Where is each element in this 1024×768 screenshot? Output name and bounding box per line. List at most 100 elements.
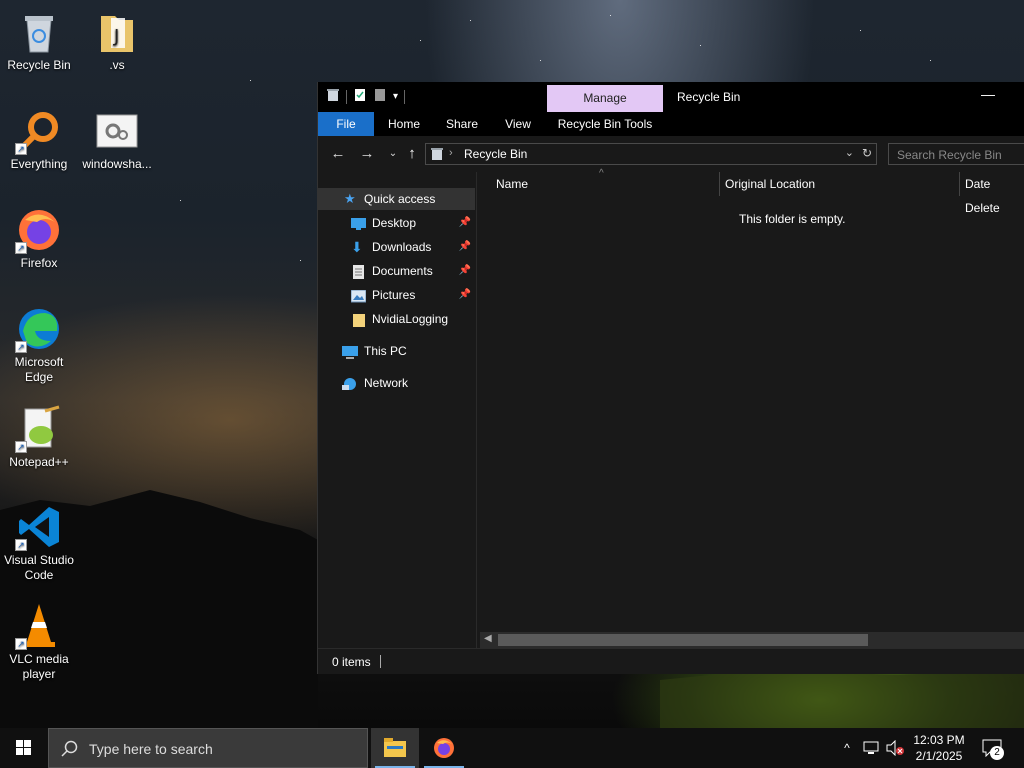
- column-divider[interactable]: [959, 172, 960, 196]
- scroll-left-arrow-icon[interactable]: ◀: [484, 633, 492, 644]
- desktop-icon-vscode[interactable]: ↗ Visual Studio Code: [1, 503, 77, 583]
- recycle-bin-small-icon: [430, 147, 444, 164]
- status-bar: 0 items: [318, 648, 1024, 674]
- document-icon: [353, 264, 368, 279]
- breadcrumb[interactable]: Recycle Bin: [464, 147, 527, 161]
- desktop-icon-label: Microsoft Edge: [14, 355, 64, 384]
- file-list-pane: ^ Name Original Location Date Delete Thi…: [476, 168, 1024, 648]
- recent-locations-chevron-icon[interactable]: ⌄: [384, 145, 402, 163]
- desktop-icon-label: Everything: [10, 157, 68, 171]
- tab-file[interactable]: File: [318, 112, 374, 136]
- horizontal-scrollbar[interactable]: ◀: [480, 632, 1024, 648]
- desktop-icon-label: .vs: [109, 58, 125, 72]
- sort-caret-icon: ^: [599, 168, 604, 179]
- separator: [346, 89, 347, 104]
- refresh-icon[interactable]: ↻: [862, 146, 872, 160]
- nav-quick-access[interactable]: ★ Quick access: [318, 188, 475, 210]
- column-header-name[interactable]: Name: [496, 172, 528, 196]
- vscode-icon: ↗: [15, 503, 63, 551]
- status-separator: [380, 655, 381, 668]
- separator: [404, 89, 406, 104]
- column-header-original-location[interactable]: Original Location: [725, 172, 815, 196]
- desktop-icon-vlc[interactable]: ↗ VLC media player: [1, 602, 77, 682]
- nav-item-downloads[interactable]: ⬇ Downloads 📌: [318, 236, 475, 258]
- nav-item-pictures[interactable]: Pictures 📌: [318, 284, 475, 306]
- everything-search-icon: ↗: [15, 107, 63, 155]
- nav-label: Documents: [372, 264, 433, 278]
- customize-qat-icon[interactable]: ▾: [393, 91, 398, 102]
- up-arrow-icon[interactable]: ↑: [403, 145, 421, 163]
- nav-item-documents[interactable]: Documents 📌: [318, 260, 475, 282]
- settings-file-icon: [93, 107, 141, 155]
- back-arrow-icon[interactable]: ←: [329, 145, 347, 163]
- scrollbar-thumb[interactable]: [498, 634, 868, 646]
- manage-contextual-tab[interactable]: Manage: [547, 85, 663, 112]
- quick-access-toolbar: ▾: [326, 88, 406, 105]
- firefox-icon: ↗: [15, 206, 63, 254]
- desktop-icon-label: Recycle Bin: [7, 58, 71, 72]
- window-title: Recycle Bin: [677, 90, 741, 104]
- desktop-icon-windowsha[interactable]: windowsha...: [79, 107, 155, 172]
- taskbar: Type here to search ^ 12:03 PM 2/1/2025 …: [0, 728, 1024, 768]
- pin-icon: 📌: [458, 217, 471, 228]
- desktop-icon-firefox[interactable]: ↗ Firefox: [1, 206, 77, 271]
- column-divider[interactable]: [719, 172, 720, 196]
- pin-icon: 📌: [458, 241, 471, 252]
- tab-home[interactable]: Home: [378, 112, 430, 136]
- shortcut-arrow-icon: ↗: [15, 341, 27, 353]
- desktop-icon-label: windowsha...: [82, 157, 152, 171]
- search-field[interactable]: Search Recycle Bin: [888, 143, 1024, 165]
- network-icon: [342, 376, 357, 390]
- search-icon: [61, 740, 78, 757]
- file-explorer-window: ▾ Manage Recycle Bin — File Home Share V…: [317, 82, 1024, 674]
- computer-icon: [342, 344, 358, 359]
- show-hidden-icons-chevron-icon[interactable]: ^: [838, 728, 856, 768]
- nav-label: This PC: [364, 344, 407, 358]
- download-arrow-icon: ⬇: [351, 239, 363, 255]
- title-bar: ▾ Manage Recycle Bin —: [318, 82, 1024, 112]
- properties-icon[interactable]: [353, 88, 367, 105]
- system-clock[interactable]: 12:03 PM 2/1/2025: [906, 732, 972, 764]
- desktop-icon-notepadpp[interactable]: ↗ Notepad++: [1, 405, 77, 470]
- pin-icon: 📌: [458, 265, 471, 276]
- taskbar-file-explorer[interactable]: [371, 728, 419, 768]
- tab-share[interactable]: Share: [436, 112, 488, 136]
- clock-time: 12:03 PM: [913, 733, 965, 747]
- notepadpp-icon: ↗: [15, 405, 63, 453]
- start-button[interactable]: [0, 728, 48, 768]
- forward-arrow-icon[interactable]: →: [358, 145, 376, 163]
- notification-center-button[interactable]: 2: [978, 728, 1010, 768]
- desktop-icon: [351, 216, 366, 230]
- tab-view[interactable]: View: [492, 112, 544, 136]
- desktop-icon-edge[interactable]: ↗ Microsoft Edge: [1, 305, 77, 385]
- taskbar-firefox[interactable]: [420, 728, 468, 768]
- nav-label: Desktop: [372, 216, 417, 230]
- nav-network[interactable]: Network: [318, 372, 475, 394]
- address-bar[interactable]: › Recycle Bin ⌄ ↻: [425, 143, 877, 165]
- clock-date: 2/1/2025: [915, 749, 963, 763]
- nav-label: NvidiaLogging: [372, 312, 449, 326]
- volume-muted-icon[interactable]: [884, 728, 906, 768]
- desktop-icon-everything[interactable]: ↗ Everything: [1, 107, 77, 172]
- shortcut-arrow-icon: ↗: [15, 143, 27, 155]
- minimize-button[interactable]: —: [978, 86, 998, 106]
- column-header-date-deleted[interactable]: Date Delete: [965, 172, 1024, 215]
- shortcut-arrow-icon: ↗: [15, 638, 27, 650]
- windows-logo-icon: [16, 740, 31, 755]
- empty-folder-message: This folder is empty.: [739, 212, 846, 226]
- item-count: 0 items: [332, 655, 371, 669]
- taskbar-search-box[interactable]: Type here to search: [48, 728, 368, 768]
- search-placeholder: Type here to search: [89, 741, 213, 757]
- nav-item-desktop[interactable]: Desktop 📌: [318, 212, 475, 234]
- tab-recycle-bin-tools[interactable]: Recycle Bin Tools: [547, 112, 663, 136]
- new-folder-icon[interactable]: [373, 88, 387, 105]
- vlc-icon: ↗: [15, 602, 63, 650]
- nav-this-pc[interactable]: This PC: [318, 340, 475, 362]
- desktop-icon-recycle-bin[interactable]: Recycle Bin: [1, 8, 77, 73]
- nav-label: Pictures: [372, 288, 416, 302]
- nav-item-nvidialogging[interactable]: NvidiaLogging: [318, 308, 475, 330]
- notification-count-badge: 2: [990, 746, 1004, 760]
- address-dropdown-icon[interactable]: ⌄: [845, 146, 854, 159]
- network-tray-icon[interactable]: [860, 728, 882, 768]
- desktop-icon-vs-folder[interactable]: J .vs: [79, 8, 155, 73]
